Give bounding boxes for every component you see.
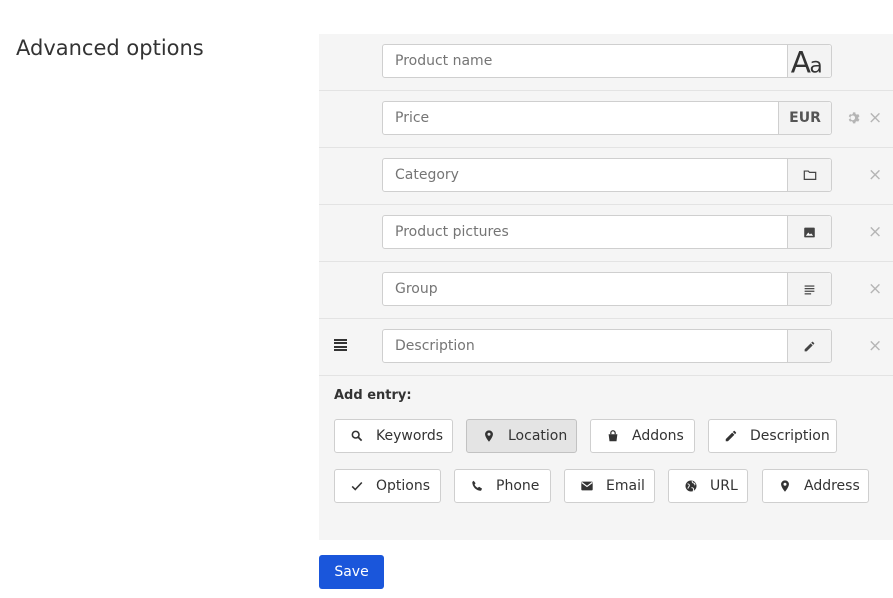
add-options-button[interactable]: Options [334, 469, 441, 503]
chip-label: Location [508, 428, 568, 444]
remove-field-button[interactable]: × [868, 281, 882, 298]
section-title: Advanced options [16, 36, 204, 60]
globe-icon [684, 479, 698, 493]
chip-label: Phone [496, 478, 540, 494]
lines-icon[interactable] [787, 273, 831, 305]
chip-label: Options [376, 478, 431, 494]
chip-label: Description [750, 428, 830, 444]
svg-text:A: A [791, 45, 811, 79]
field-row: × [319, 148, 893, 205]
product-pictures-input[interactable] [383, 216, 787, 248]
add-email-button[interactable]: Email [564, 469, 655, 503]
category-input[interactable] [383, 159, 787, 191]
chip-label: Keywords [376, 428, 444, 444]
add-phone-button[interactable]: Phone [454, 469, 551, 503]
map-pin-icon [482, 429, 496, 443]
envelope-icon [580, 479, 594, 493]
fields-panel: Aa EUR × × × [319, 34, 893, 540]
category-field[interactable] [382, 158, 832, 192]
gear-icon[interactable] [847, 111, 861, 125]
text-format-icon[interactable]: Aa [787, 45, 831, 79]
search-icon [350, 429, 364, 443]
description-field[interactable] [382, 329, 832, 363]
currency-addon[interactable]: EUR [778, 102, 831, 134]
add-description-button[interactable]: Description [708, 419, 837, 453]
group-field[interactable] [382, 272, 832, 306]
pencil-icon[interactable] [787, 330, 831, 362]
remove-field-button[interactable]: × [868, 167, 882, 184]
add-location-button[interactable]: Location [466, 419, 577, 453]
phone-icon [470, 479, 484, 493]
remove-field-button[interactable]: × [868, 224, 882, 241]
add-addons-button[interactable]: Addons [590, 419, 695, 453]
product-pictures-field[interactable] [382, 215, 832, 249]
drag-handle-icon[interactable] [334, 339, 347, 351]
folder-icon[interactable] [787, 159, 831, 191]
chip-label: Email [606, 478, 645, 494]
shopping-bag-icon [606, 429, 620, 443]
chip-label: Addons [632, 428, 684, 444]
add-address-button[interactable]: Address [762, 469, 869, 503]
field-row: EUR × [319, 91, 893, 148]
add-keywords-button[interactable]: Keywords [334, 419, 453, 453]
add-url-button[interactable]: URL [668, 469, 748, 503]
field-row: × [319, 262, 893, 319]
group-input[interactable] [383, 273, 787, 305]
map-pin-icon [778, 479, 792, 493]
checkmark-icon [350, 479, 364, 493]
svg-text:a: a [810, 53, 823, 78]
product-name-input[interactable] [383, 45, 787, 77]
image-icon[interactable] [787, 216, 831, 248]
pencil-icon [724, 429, 738, 443]
remove-field-button[interactable]: × [868, 338, 882, 355]
remove-field-button[interactable]: × [868, 110, 882, 127]
price-input[interactable] [383, 102, 778, 134]
save-button[interactable]: Save [319, 555, 384, 589]
field-row: × [319, 205, 893, 262]
description-input[interactable] [383, 330, 787, 362]
field-row: Aa [319, 34, 893, 91]
add-entry-label: Add entry: [334, 388, 412, 403]
price-field[interactable]: EUR [382, 101, 832, 135]
chip-label: URL [710, 478, 738, 494]
chip-label: Address [804, 478, 860, 494]
field-row: × [319, 319, 893, 376]
product-name-field[interactable]: Aa [382, 44, 832, 79]
